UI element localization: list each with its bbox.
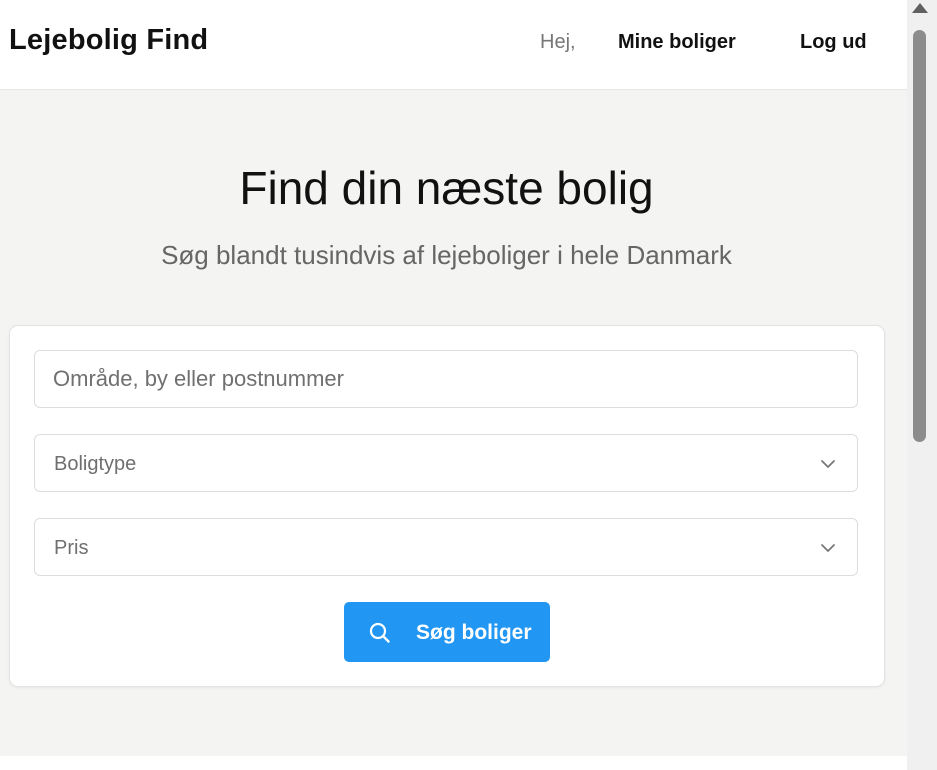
search-button-label: Søg boliger bbox=[416, 621, 532, 644]
chevron-down-icon bbox=[821, 460, 835, 468]
search-card: Boligtype Pris Søg boliger bbox=[9, 325, 885, 687]
chevron-down-icon bbox=[821, 544, 835, 552]
hero-section: Find din næste bolig Søg blandt tusindvi… bbox=[0, 90, 907, 756]
price-select[interactable]: Pris bbox=[34, 518, 858, 576]
search-icon bbox=[369, 622, 390, 643]
brand-logo[interactable]: Lejebolig Find bbox=[9, 24, 208, 57]
logout-link[interactable]: Log ud bbox=[800, 31, 867, 54]
location-search-input[interactable] bbox=[35, 351, 857, 407]
page-title: Find din næste bolig bbox=[239, 162, 654, 214]
price-select-value: Pris bbox=[54, 537, 89, 559]
navbar: Lejebolig Find Hej, Mine boliger Log ud bbox=[0, 0, 907, 90]
location-field bbox=[34, 350, 858, 408]
scroll-up-arrow-icon[interactable] bbox=[912, 3, 928, 13]
user-greeting: Hej, bbox=[540, 31, 576, 53]
nav-link-my-homes[interactable]: Mine boliger bbox=[618, 31, 736, 54]
page: Lejebolig Find Hej, Mine boliger Log ud … bbox=[0, 0, 907, 770]
property-type-select-value: Boligtype bbox=[54, 453, 137, 475]
search-button[interactable]: Søg boliger bbox=[344, 602, 550, 662]
page-subtitle: Søg blandt tusindvis af lejeboliger i he… bbox=[161, 240, 732, 270]
page-bottom-strip bbox=[0, 756, 907, 770]
vertical-scrollbar[interactable] bbox=[907, 0, 937, 770]
scrollbar-thumb[interactable] bbox=[913, 30, 926, 442]
property-type-select[interactable]: Boligtype bbox=[34, 434, 858, 492]
